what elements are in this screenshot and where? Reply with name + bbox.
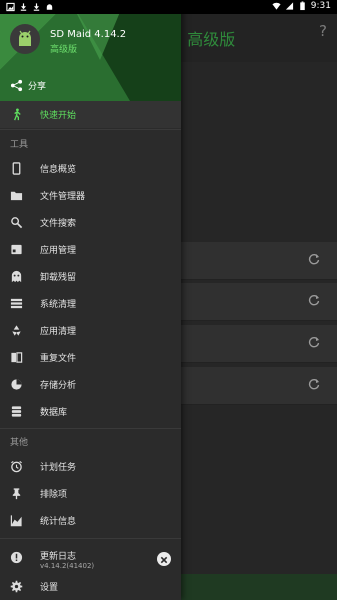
app-logo-icon xyxy=(10,24,40,54)
nav-label: 卸载残留 xyxy=(40,273,77,283)
share-icon xyxy=(10,79,23,92)
navigation-drawer: SD Maid 4.14.2 高级版 分享 快速开始 工具 信息概览 文件管理器… xyxy=(0,0,181,600)
changelog-icon xyxy=(10,551,23,564)
divider xyxy=(0,538,181,539)
download-notification-icon xyxy=(20,3,27,11)
nav-label: 文件管理器 xyxy=(40,192,86,202)
app-title: d 高级版 xyxy=(172,26,235,50)
nav-item-app-manager[interactable]: 应用管理 xyxy=(0,236,181,263)
refresh-icon[interactable] xyxy=(307,377,321,391)
nav-label-quick-start: 快速开始 xyxy=(40,111,77,121)
wifi-icon xyxy=(272,2,281,10)
share-button[interactable]: 分享 xyxy=(0,72,181,99)
alarm-icon xyxy=(11,460,22,473)
section-header-tools: 工具 xyxy=(10,140,29,150)
pin-icon xyxy=(12,488,21,500)
gear-icon xyxy=(10,580,23,593)
recycle-icon xyxy=(12,325,21,336)
clock: 9:31 xyxy=(310,1,331,11)
list-icon xyxy=(10,298,23,309)
divider xyxy=(0,428,181,429)
stats-icon xyxy=(10,515,22,527)
nav-item-settings[interactable]: 设置 xyxy=(0,573,181,600)
pie-chart-icon xyxy=(11,379,22,390)
help-icon[interactable]: ? xyxy=(319,22,327,40)
section-header-other: 其他 xyxy=(10,438,29,448)
battery-icon xyxy=(300,1,305,11)
phone-icon xyxy=(12,162,21,175)
close-icon[interactable] xyxy=(157,552,171,566)
version-text: v4.14.2(41402) xyxy=(40,562,95,570)
nav-label: 更新日志 xyxy=(40,552,77,562)
nav-label: 数据库 xyxy=(40,408,68,418)
android-notification-icon xyxy=(46,4,53,10)
nav-item-overview[interactable]: 信息概览 xyxy=(0,155,181,182)
nav-label: 排除项 xyxy=(40,490,68,500)
nav-label: 统计信息 xyxy=(40,517,77,527)
nav-item-storage-analyzer[interactable]: 存储分析 xyxy=(0,371,181,398)
share-label: 分享 xyxy=(28,82,47,92)
download-notification-icon-2 xyxy=(33,3,40,11)
nav-item-exclusions[interactable]: 排除项 xyxy=(0,480,181,507)
duplicate-icon xyxy=(11,352,23,363)
run-icon xyxy=(14,108,21,121)
refresh-icon[interactable] xyxy=(307,335,321,349)
nav-label: 信息概览 xyxy=(40,165,77,175)
nav-item-app-cleaner[interactable]: 应用清理 xyxy=(0,317,181,344)
nav-item-system-cleaner[interactable]: 系统清理 xyxy=(0,290,181,317)
nav-label: 文件搜索 xyxy=(40,219,77,229)
nav-label: 应用管理 xyxy=(40,246,77,256)
database-icon xyxy=(11,406,22,417)
nav-label: 设置 xyxy=(40,583,59,593)
nav-item-quick-start[interactable]: 快速开始 xyxy=(0,101,181,128)
nav-label: 应用清理 xyxy=(40,327,77,337)
nav-label: 存储分析 xyxy=(40,381,77,391)
drawer-app-edition: 高级版 xyxy=(50,45,78,55)
app-manager-icon xyxy=(11,244,22,255)
app-title-accent: 高级版 xyxy=(187,30,236,49)
nav-item-corpse-finder[interactable]: 卸载残留 xyxy=(0,263,181,290)
signal-icon xyxy=(285,2,293,10)
folder-icon xyxy=(10,191,23,201)
nav-item-file-search[interactable]: 文件搜索 xyxy=(0,209,181,236)
ghost-icon xyxy=(11,270,22,283)
search-icon xyxy=(11,217,23,229)
refresh-icon[interactable] xyxy=(307,252,321,266)
nav-item-scheduler[interactable]: 计划任务 xyxy=(0,453,181,480)
nav-item-file-manager[interactable]: 文件管理器 xyxy=(0,182,181,209)
status-bar: 9:31 xyxy=(0,0,337,14)
nav-label: 计划任务 xyxy=(40,463,77,473)
nav-label: 系统清理 xyxy=(40,300,77,310)
nav-label: 重复文件 xyxy=(40,354,77,364)
nav-item-duplicates[interactable]: 重复文件 xyxy=(0,344,181,371)
nav-item-databases[interactable]: 数据库 xyxy=(0,398,181,425)
nav-item-statistics[interactable]: 统计信息 xyxy=(0,507,181,534)
image-notification-icon xyxy=(6,2,15,12)
drawer-app-name: SD Maid 4.14.2 xyxy=(50,29,127,40)
refresh-icon[interactable] xyxy=(307,293,321,307)
divider xyxy=(0,129,181,130)
